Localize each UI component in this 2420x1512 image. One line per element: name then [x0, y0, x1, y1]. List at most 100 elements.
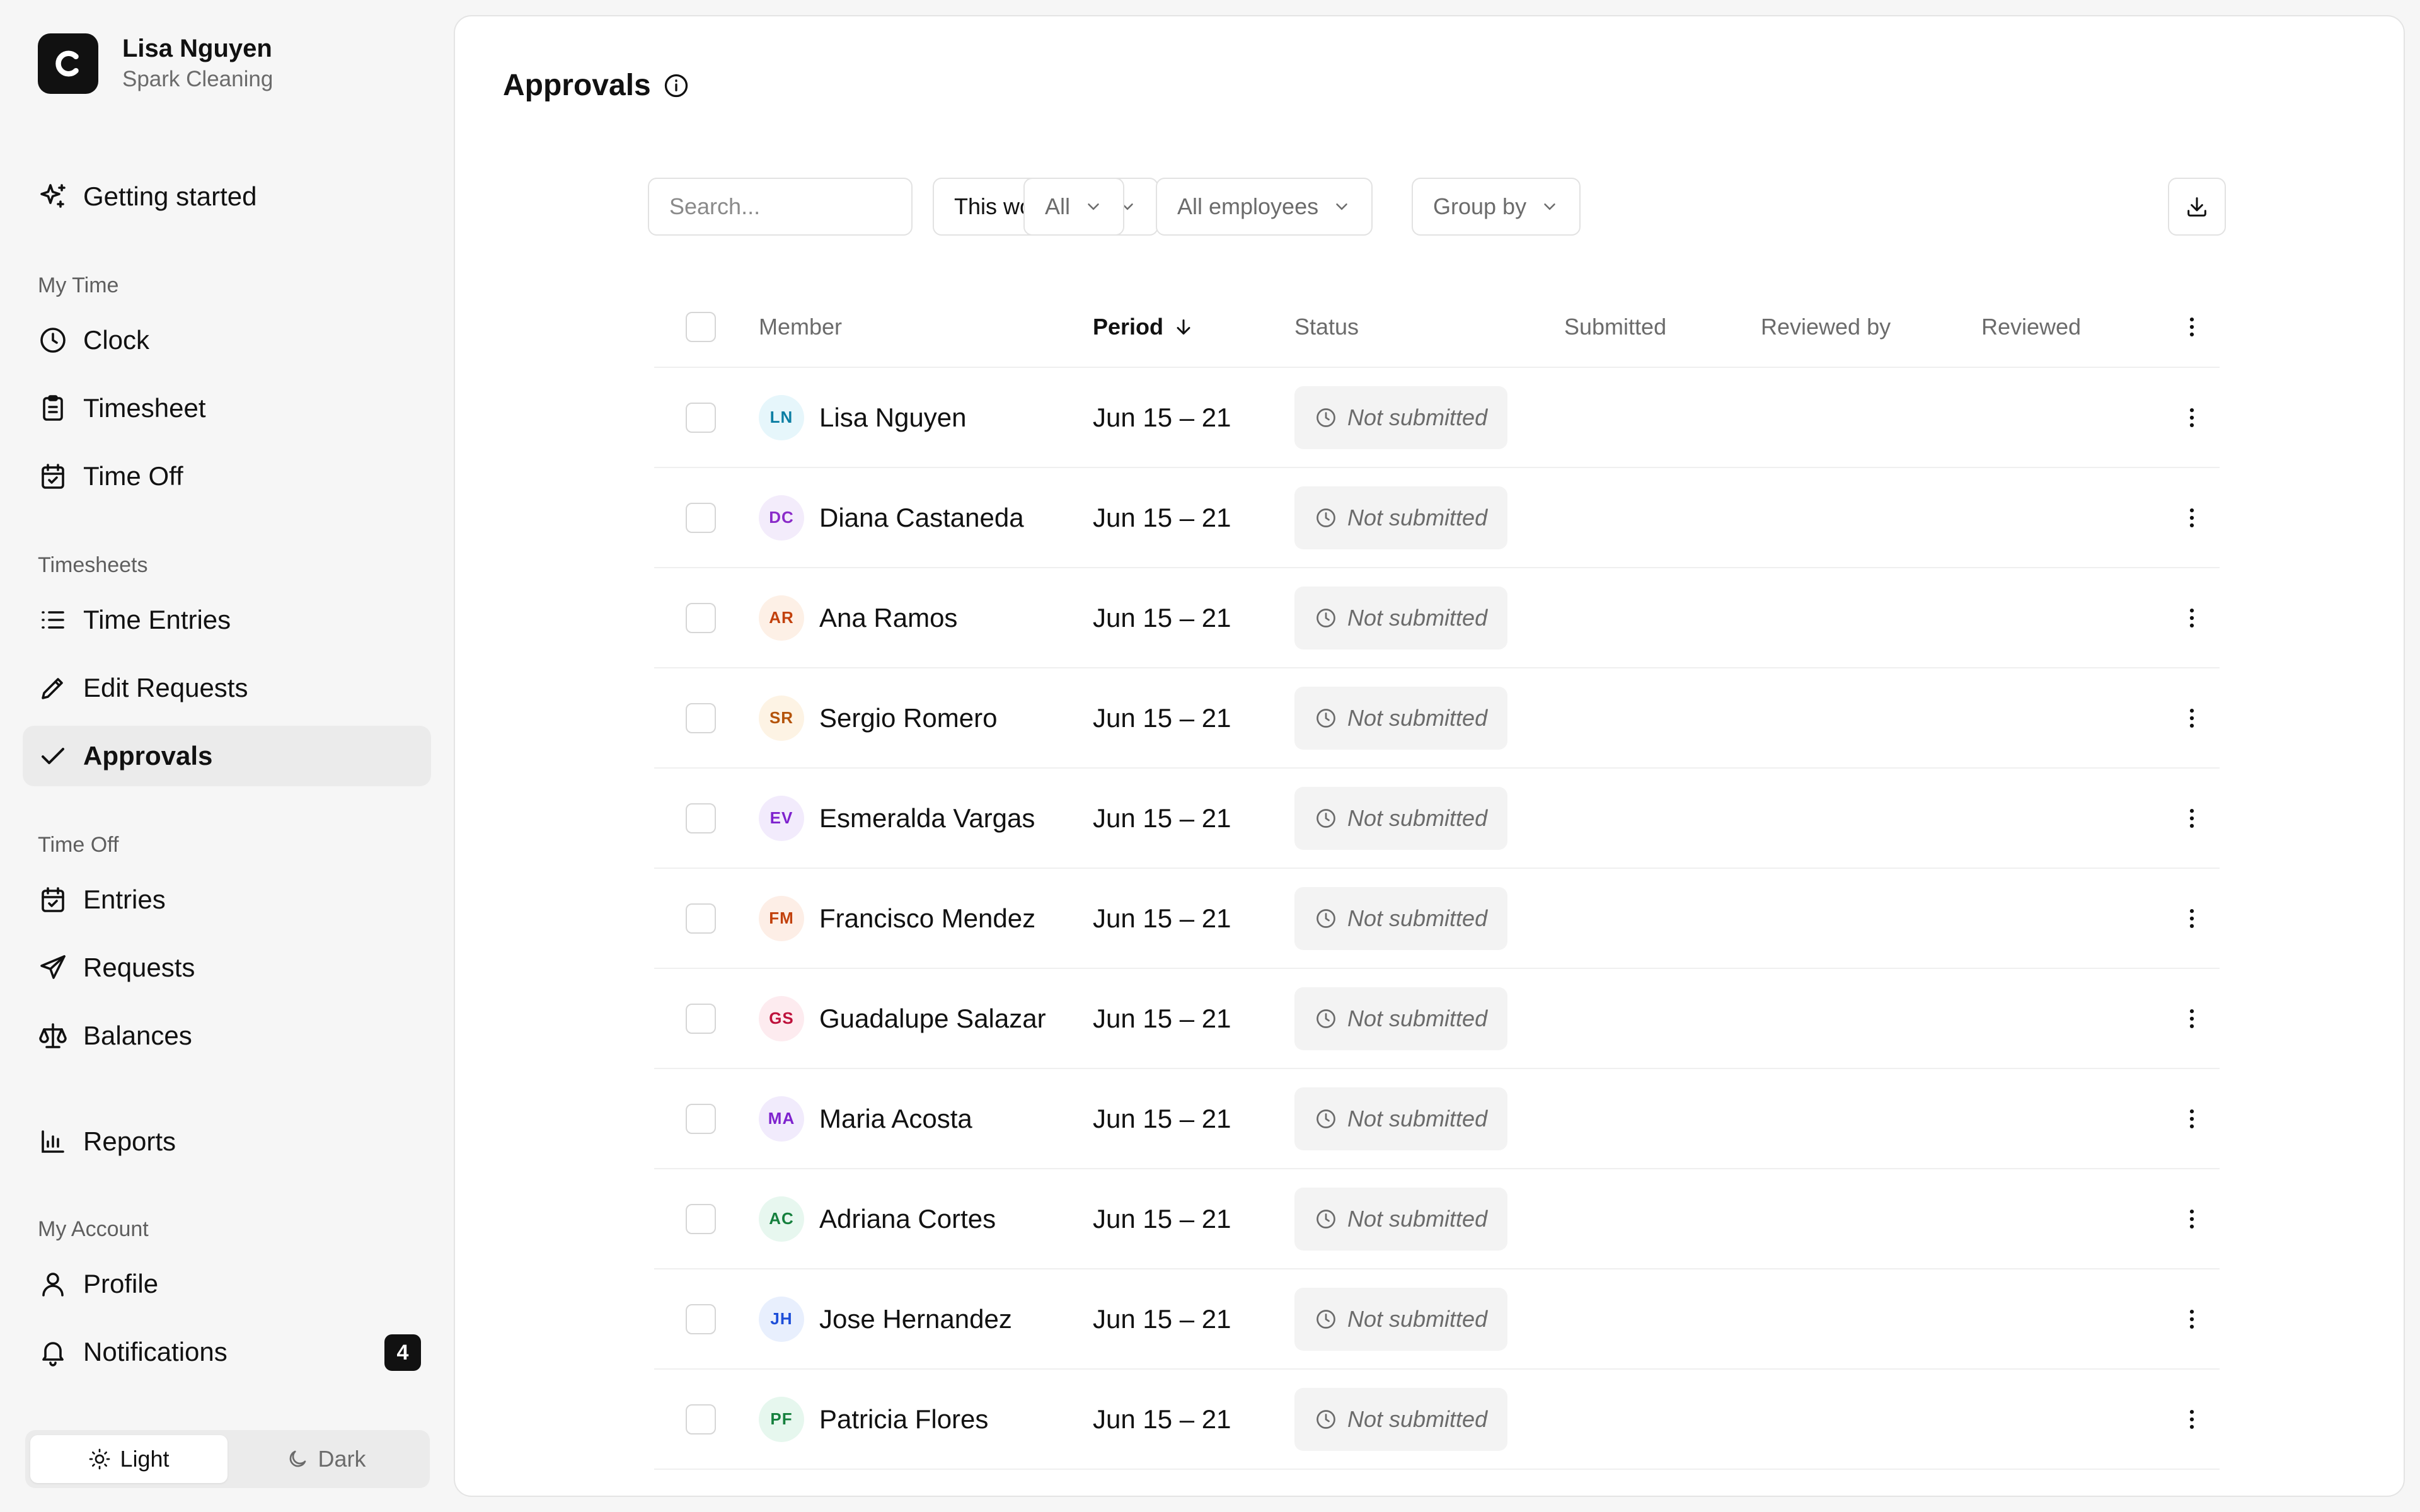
nav-balances[interactable]: Balances	[23, 1005, 431, 1066]
table-row[interactable]: PF Patricia Flores Jun 15 – 21 Not submitte…	[654, 1370, 2220, 1470]
nav-entries[interactable]: Entries	[23, 869, 431, 930]
status-badge: Not submitted	[1294, 886, 1508, 950]
row-actions-button[interactable]	[2173, 368, 2211, 467]
search-input[interactable]	[648, 178, 913, 236]
member-name: Sergio Romero	[819, 702, 998, 733]
more-vertical-icon	[2189, 608, 2194, 627]
nav-clock[interactable]: Clock	[23, 310, 431, 370]
approvals-table: Member Period Status Submitted Reviewed …	[654, 287, 2220, 1470]
row-checkbox[interactable]	[686, 402, 716, 433]
row-actions-button[interactable]	[2173, 1169, 2211, 1268]
page-title-text: Approvals	[503, 69, 651, 102]
row-actions-button[interactable]	[2173, 869, 2211, 968]
table-row[interactable]: SR Sergio Romero Jun 15 – 21 Not submitted	[654, 668, 2220, 769]
row-checkbox[interactable]	[686, 803, 716, 833]
status-badge: Not submitted	[1294, 686, 1508, 750]
employee-filter-dropdown[interactable]: All employees	[1156, 178, 1373, 236]
theme-dark-button[interactable]: Dark	[228, 1435, 425, 1483]
row-actions-button[interactable]	[2173, 1069, 2211, 1168]
table-row[interactable]: FM Francisco Mendez Jun 15 – 21 Not submitt…	[654, 869, 2220, 969]
info-icon[interactable]	[662, 72, 690, 100]
select-all-checkbox[interactable]	[686, 312, 716, 342]
avatar: FM	[759, 895, 804, 941]
nav-getting-started[interactable]: Getting started	[23, 166, 431, 227]
calendar-check-icon	[42, 887, 64, 912]
export-button[interactable]	[2168, 178, 2226, 236]
avatar: PF	[759, 1396, 804, 1442]
table-row[interactable]: AC Adriana Cortes Jun 15 – 21 Not submitted	[654, 1169, 2220, 1269]
member-name: Maria Acosta	[819, 1103, 972, 1133]
row-actions-button[interactable]	[2173, 969, 2211, 1068]
table-row[interactable]: EV Esmeralda Vargas Jun 15 – 21 Not submitt…	[654, 769, 2220, 869]
nav-reports[interactable]: Reports	[23, 1111, 431, 1172]
member-name: Guadalupe Salazar	[819, 1003, 1046, 1033]
table-row[interactable]: AR Ana Ramos Jun 15 – 21 Not submitted	[654, 568, 2220, 668]
status-badge: Not submitted	[1294, 586, 1508, 650]
member-cell: SR Sergio Romero	[759, 668, 997, 767]
chevron-down-icon	[1088, 203, 1099, 210]
member-cell: PF Patricia Flores	[759, 1370, 988, 1469]
bar-chart-icon	[42, 1130, 64, 1153]
row-actions-button[interactable]	[2173, 568, 2211, 667]
status-text: Not submitted	[1347, 1305, 1488, 1332]
row-checkbox[interactable]	[686, 702, 716, 733]
row-actions-button[interactable]	[2173, 1269, 2211, 1368]
column-header-period[interactable]: Period	[1093, 287, 1195, 367]
group-by-dropdown[interactable]: Group by	[1412, 178, 1581, 236]
nav-label: Time Entries	[83, 605, 231, 634]
row-checkbox[interactable]	[686, 1103, 716, 1134]
columns-menu-button[interactable]	[2173, 287, 2211, 367]
row-checkbox[interactable]	[686, 602, 716, 633]
column-header-reviewed[interactable]: Reviewed	[1981, 287, 2081, 367]
status-text: Not submitted	[1347, 1005, 1488, 1031]
column-header-status[interactable]: Status	[1294, 287, 1359, 367]
period-text: Jun 15 – 21	[1093, 803, 1231, 833]
more-vertical-icon	[2189, 408, 2194, 427]
table-row[interactable]: GS Guadalupe Salazar Jun 15 – 21 Not submit…	[654, 969, 2220, 1069]
status-badge: Not submitted	[1294, 1287, 1508, 1351]
status-badge: Not submitted	[1294, 1387, 1508, 1451]
nav-profile[interactable]: Profile	[23, 1254, 431, 1314]
arrow-down-icon	[1177, 319, 1190, 335]
sun-icon	[89, 1448, 110, 1470]
avatar: DC	[759, 495, 804, 541]
nav-requests[interactable]: Requests	[23, 937, 431, 998]
column-header-member[interactable]: Member	[759, 287, 842, 367]
clock-icon	[1317, 508, 1335, 527]
nav-time-entries[interactable]: Time Entries	[23, 590, 431, 650]
table-row[interactable]: DC Diana Castaneda Jun 15 – 21 Not submitte…	[654, 468, 2220, 568]
more-vertical-icon	[2189, 1209, 2194, 1228]
row-actions-button[interactable]	[2173, 668, 2211, 767]
nav-label: Profile	[83, 1269, 159, 1298]
nav-timesheet[interactable]: Timesheet	[23, 378, 431, 438]
member-name: Jose Hernandez	[819, 1303, 1012, 1334]
table-row[interactable]: MA Maria Acosta Jun 15 – 21 Not submitted	[654, 1069, 2220, 1169]
nav-label: Edit Requests	[83, 673, 248, 702]
row-actions-button[interactable]	[2173, 769, 2211, 868]
status-filter-value: All	[1045, 193, 1071, 219]
theme-toggle: Light Dark	[25, 1430, 430, 1488]
row-actions-button[interactable]	[2173, 1370, 2211, 1469]
theme-light-button[interactable]: Light	[30, 1435, 228, 1483]
table-row[interactable]: LN Lisa Nguyen Jun 15 – 21 Not submitted	[654, 368, 2220, 468]
avatar: MA	[759, 1096, 804, 1142]
column-header-submitted[interactable]: Submitted	[1564, 287, 1666, 367]
row-checkbox[interactable]	[686, 903, 716, 934]
table-row[interactable]: JH Jose Hernandez Jun 15 – 21 Not submitted	[654, 1269, 2220, 1370]
nav-label: Entries	[83, 885, 166, 914]
avatar: AR	[759, 595, 804, 641]
row-actions-button[interactable]	[2173, 468, 2211, 567]
row-checkbox[interactable]	[686, 502, 716, 533]
org-switcher[interactable]: Lisa Nguyen Spark Cleaning	[38, 33, 273, 94]
nav-edit-requests[interactable]: Edit Requests	[23, 658, 431, 718]
nav-approvals[interactable]: Approvals	[23, 726, 431, 786]
row-checkbox[interactable]	[686, 1404, 716, 1435]
nav-time-off[interactable]: Time Off	[23, 446, 431, 507]
nav-notifications[interactable]: Notifications 4	[23, 1322, 431, 1382]
row-checkbox[interactable]	[686, 1303, 716, 1334]
status-filter-dropdown[interactable]: All	[1023, 178, 1125, 236]
column-header-reviewed-by[interactable]: Reviewed by	[1761, 287, 1891, 367]
main-panel: Approvals This workweek All All employee…	[454, 15, 2405, 1497]
row-checkbox[interactable]	[686, 1203, 716, 1234]
row-checkbox[interactable]	[686, 1003, 716, 1034]
